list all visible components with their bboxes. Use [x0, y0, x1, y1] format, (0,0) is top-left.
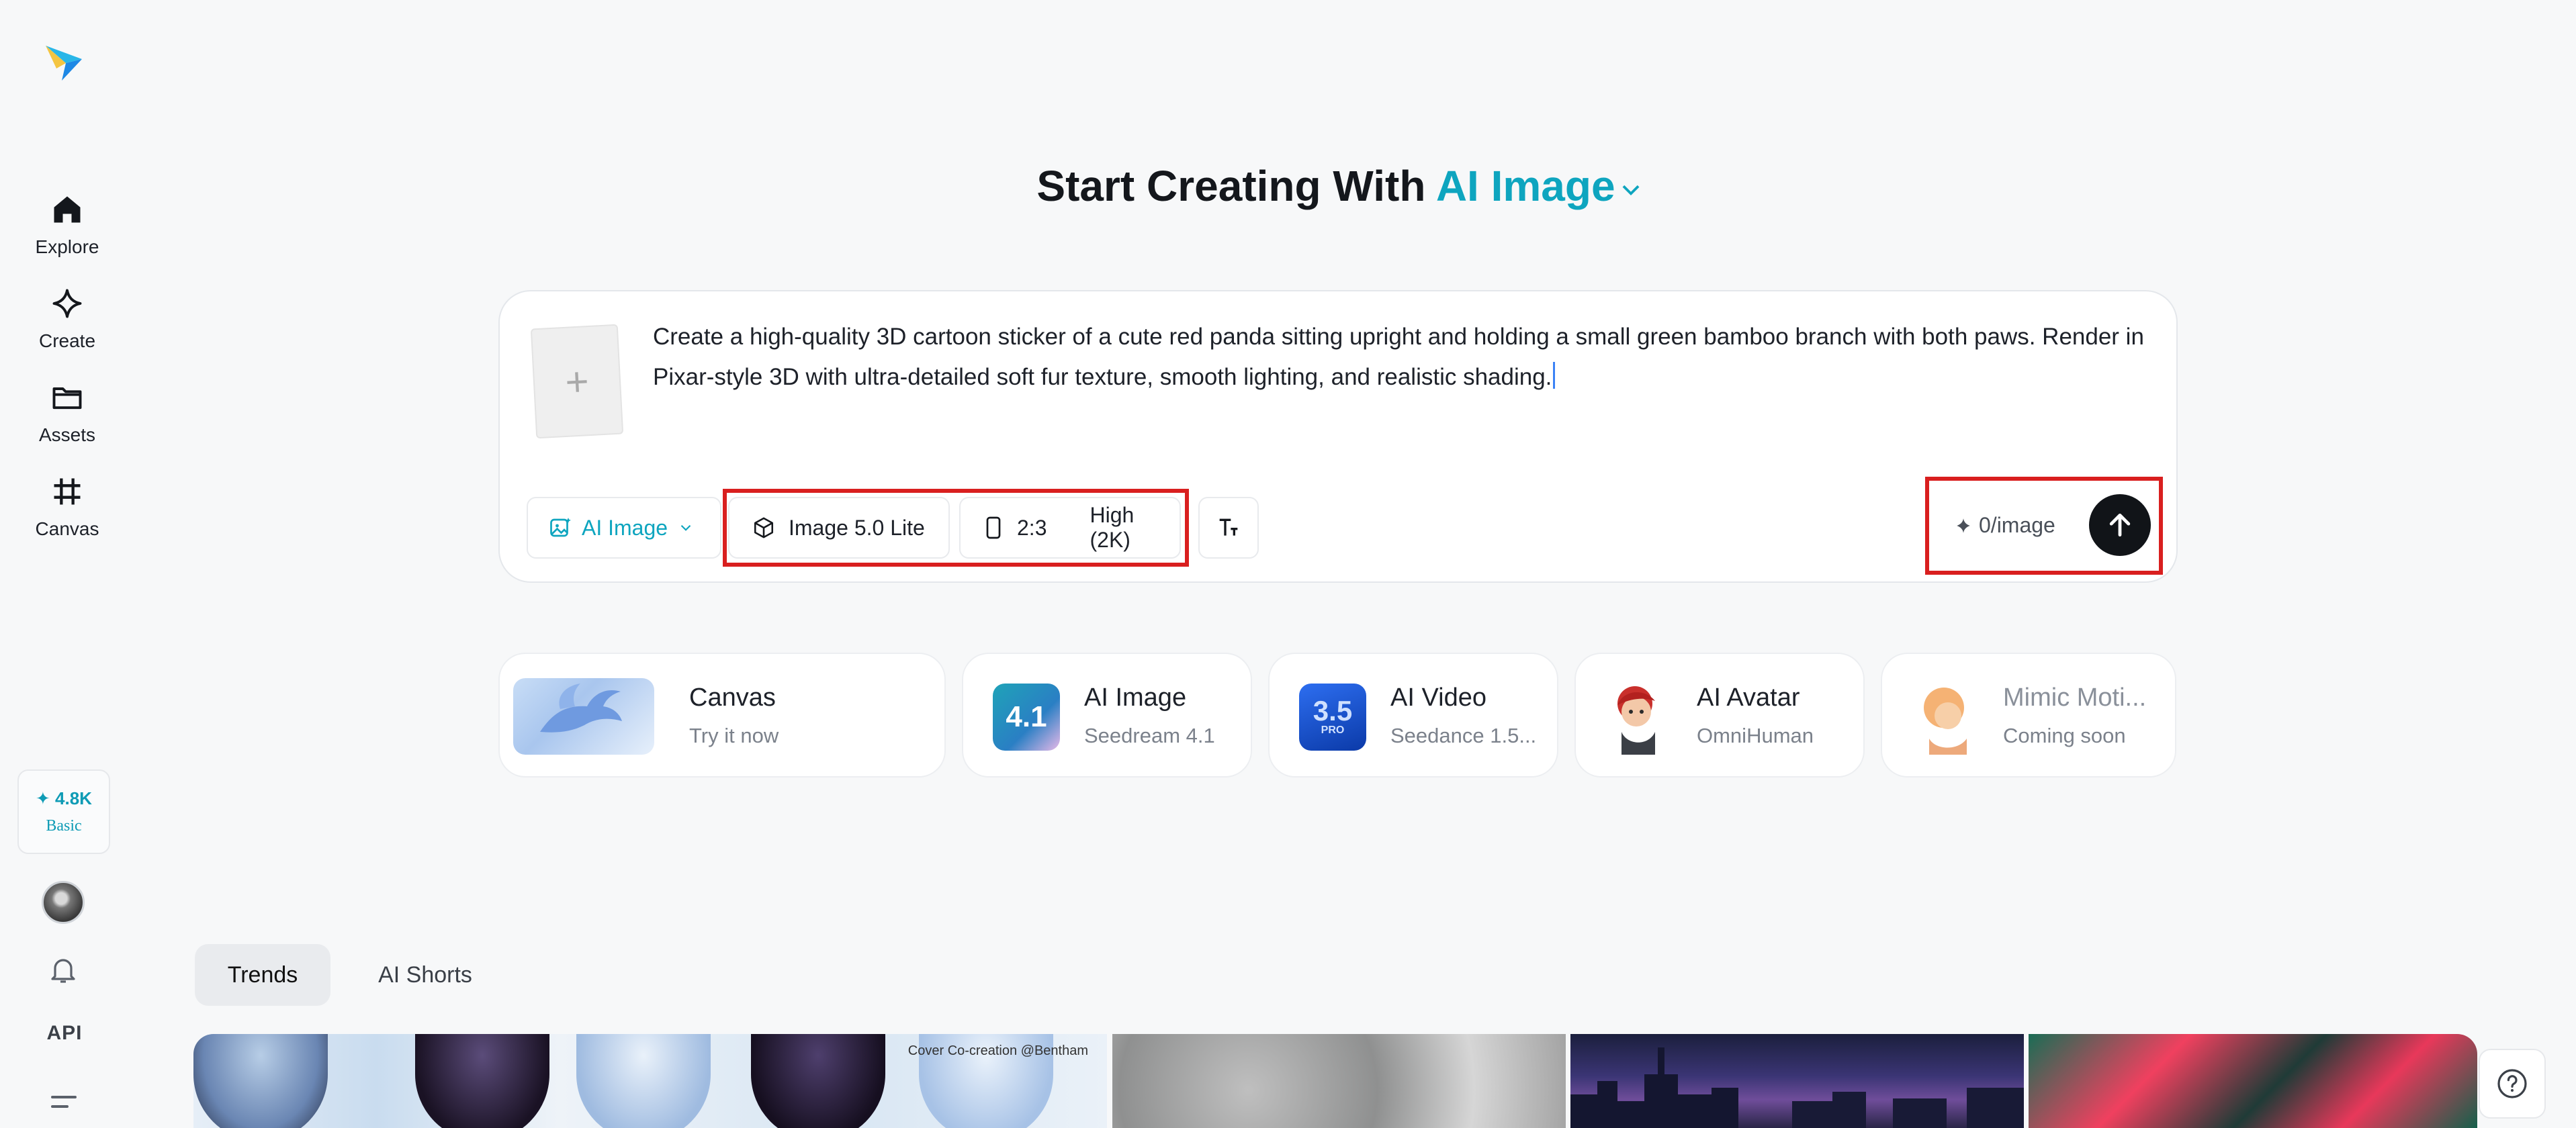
image-sparkle-icon	[550, 518, 571, 537]
gallery-shape	[415, 1034, 549, 1128]
help-button[interactable]	[2479, 1049, 2546, 1119]
sidebar-item-create[interactable]: Create	[13, 286, 121, 365]
gallery-shape	[751, 1034, 885, 1128]
tool-subtitle: Seedance 1.5...	[1390, 724, 1537, 747]
ai-video-badge-sub: PRO	[1321, 724, 1345, 736]
tool-subtitle: Seedream 4.1	[1084, 724, 1215, 747]
gallery-item[interactable]	[1112, 1034, 1566, 1128]
tool-title: AI Image	[1084, 684, 1187, 712]
crop-grid-icon	[54, 478, 81, 505]
page-title-prefix: Start Creating With	[1036, 162, 1426, 210]
tool-card-ai-avatar[interactable]: AI Avatar OmniHuman	[1574, 653, 1865, 778]
text-style-button[interactable]	[1198, 497, 1259, 559]
text-caret	[1553, 362, 1556, 389]
sidebar-item-label: Canvas	[35, 518, 99, 539]
tool-subtitle: OmniHuman	[1697, 724, 1814, 747]
mode-selector[interactable]: AI Image	[1436, 162, 1644, 210]
tool-subtitle: Coming soon	[2003, 724, 2126, 747]
ai-image-thumbnail: 4.1	[993, 684, 1060, 751]
city-skyline-icon	[1570, 1047, 2024, 1128]
folder-icon	[52, 387, 82, 410]
ai-video-thumbnail: 3.5 PRO	[1299, 684, 1366, 751]
menu-icon[interactable]	[50, 1092, 78, 1116]
tool-card-mimic-motion[interactable]: Mimic Moti... Coming soon	[1881, 653, 2176, 778]
bell-icon[interactable]	[47, 953, 79, 986]
tool-title: Canvas	[689, 684, 776, 712]
avatar-character-icon	[1617, 686, 1655, 755]
ai-avatar-thumbnail	[1601, 678, 1675, 755]
api-link[interactable]: API	[38, 1022, 91, 1045]
sidebar-item-label: Create	[38, 330, 96, 351]
gallery-credit: Cover Co-creation @Bentham	[907, 1043, 1088, 1058]
chevron-down-icon	[1622, 185, 1640, 196]
tool-card-canvas[interactable]: Canvas Try it now	[498, 653, 946, 778]
sidebar-item-assets[interactable]: Assets	[13, 380, 121, 459]
plan-label: Basic	[46, 817, 82, 835]
canvas-thumbnail	[513, 678, 654, 755]
upload-reference-button[interactable]: +	[530, 324, 624, 439]
mimic-character-icon	[1924, 688, 1967, 755]
text-format-icon	[1219, 518, 1238, 536]
ai-image-badge: 4.1	[1006, 700, 1047, 733]
page-title: Start Creating With AI Image	[0, 161, 2576, 211]
tool-card-ai-image[interactable]: 4.1 AI Image Seedream 4.1	[962, 653, 1252, 778]
generation-type-label: AI Image	[582, 515, 668, 540]
ai-video-badge: 3.5	[1313, 695, 1353, 726]
gallery-item[interactable]	[2029, 1034, 2477, 1128]
mode-selector-label: AI Image	[1435, 162, 1615, 210]
gallery-shape	[193, 1034, 328, 1128]
credits-badge[interactable]: ✦ 4.8K Basic	[17, 769, 110, 854]
gallery-item[interactable]: Cover Co-creation @Bentham	[193, 1034, 1107, 1128]
generation-type-dropdown[interactable]: AI Image	[527, 497, 721, 559]
sidebar-item-label: Explore	[35, 236, 99, 257]
credits-amount: ✦ 4.8K	[36, 788, 92, 808]
pegasus-icon	[540, 684, 622, 733]
prompt-card: + Create a high-quality 3D cartoon stick…	[498, 290, 2178, 583]
tool-title: AI Avatar	[1697, 684, 1800, 712]
gallery-shape	[576, 1034, 711, 1128]
gallery-item[interactable]	[1570, 1034, 2024, 1128]
mimic-motion-thumbnail	[1909, 678, 1983, 755]
prompt-input-text: Create a high-quality 3D cartoon sticker…	[653, 324, 2144, 390]
tool-subtitle: Try it now	[689, 724, 779, 747]
tab-trends[interactable]: Trends	[195, 944, 330, 1006]
prompt-input[interactable]: Create a high-quality 3D cartoon sticker…	[653, 317, 2144, 397]
question-mark-icon	[2497, 1069, 2527, 1098]
sidebar-item-canvas[interactable]: Canvas	[13, 474, 121, 553]
chevron-down-icon	[680, 524, 691, 531]
highlight-box-model-settings	[723, 489, 1189, 567]
app-logo-icon[interactable]	[42, 39, 86, 83]
avatar[interactable]	[42, 881, 85, 924]
highlight-box-generate	[1925, 477, 2163, 575]
diamond-sparkle-icon	[52, 289, 82, 318]
tool-card-ai-video[interactable]: 3.5 PRO AI Video Seedance 1.5...	[1268, 653, 1558, 778]
tab-ai-shorts[interactable]: AI Shorts	[356, 944, 494, 1006]
sidebar-item-label: Assets	[38, 424, 96, 445]
tool-title: AI Video	[1390, 684, 1486, 712]
tool-title: Mimic Moti...	[2003, 684, 2147, 712]
